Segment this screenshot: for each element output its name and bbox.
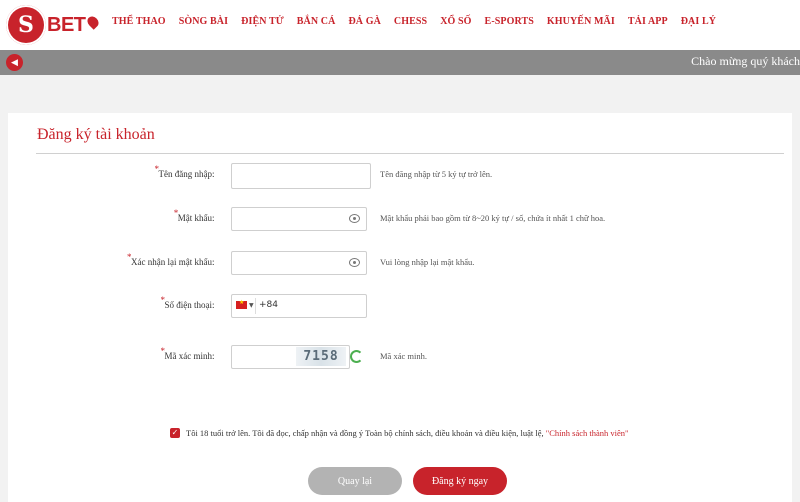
announcement-bar: ◀ Chào mừng quý khách: [0, 50, 800, 75]
eye-icon[interactable]: [349, 214, 360, 223]
confirm-password-row: * Xác nhận lại mật khẩu : Vui lòng nhập l…: [8, 251, 792, 277]
captcha-row: * Mã xác minh : 7158 Mã xác minh.: [8, 345, 792, 371]
vietnam-flag-icon[interactable]: [236, 299, 247, 309]
back-button[interactable]: Quay lại: [308, 467, 402, 495]
nav-item-ban-ca[interactable]: BẮN CÁ: [297, 16, 336, 27]
nav-item-da-ga[interactable]: ĐÁ GÀ: [348, 16, 380, 27]
nav-item-khuyen-mai[interactable]: KHUYẾN MÃI: [547, 16, 615, 27]
captcha-label: * Mã xác minh: [160, 346, 213, 361]
phone-input[interactable]: ▼ +84: [231, 294, 367, 318]
logo-text: BET: [47, 13, 86, 36]
nav-item-song-bai[interactable]: SÒNG BÀI: [179, 16, 228, 27]
phone-row: *Số điện thoại : ▼ +84: [8, 294, 792, 320]
username-label: * Tên đăng nhập: [154, 164, 212, 179]
logo-mark: S: [6, 5, 46, 45]
captcha-input[interactable]: 7158: [231, 345, 350, 369]
speaker-icon[interactable]: ◀: [6, 54, 23, 71]
agreement-checkbox[interactable]: ✓: [170, 428, 180, 438]
announcement-text: Chào mừng quý khách: [691, 54, 800, 68]
nav-item-dien-tu[interactable]: ĐIỆN TỬ: [241, 16, 284, 27]
password-hint: Mật khẩu phải bao gồm từ 8~20 ký tự / số…: [380, 213, 606, 223]
password-row: * Mật khẩu : Mật khẩu phải bao gồm từ 8~2…: [8, 207, 792, 233]
phone-country-code: +84: [259, 300, 278, 310]
phone-label: * Số điện thoại: [160, 295, 213, 310]
refresh-icon[interactable]: [350, 350, 363, 363]
membership-policy-link[interactable]: "Chính sách thành viên": [546, 428, 629, 438]
confirm-password-label: * Xác nhận lại mật khẩu: [127, 252, 212, 267]
logo-drop-icon: [84, 14, 101, 30]
captcha-image: 7158: [296, 347, 346, 366]
register-button[interactable]: Đăng ký ngay: [413, 467, 507, 495]
confirm-password-input[interactable]: [231, 251, 367, 275]
confirm-password-hint: Vui lòng nhập lại mật khẩu.: [380, 257, 475, 267]
nav-item-xo-so[interactable]: XỔ SỐ: [440, 16, 471, 27]
title-divider: [36, 153, 784, 154]
password-input[interactable]: [231, 207, 367, 231]
main-nav: THỂ THAO SÒNG BÀI ĐIỆN TỬ BẮN CÁ ĐÁ GÀ C…: [112, 16, 729, 27]
nav-item-tai-app[interactable]: TẢI APP: [628, 16, 668, 27]
captcha-hint: Mã xác minh.: [380, 351, 427, 361]
page-title: Đăng ký tài khoản: [37, 126, 155, 143]
brand-logo[interactable]: S BET: [6, 3, 101, 47]
eye-icon[interactable]: [349, 258, 360, 267]
username-row: * Tên đăng nhập : Tên đăng nhập từ 5 ký t…: [8, 163, 792, 189]
page-background: Đăng ký tài khoản * Tên đăng nhập : Tên đ…: [0, 75, 800, 502]
chevron-down-icon[interactable]: ▼: [249, 302, 254, 309]
nav-item-chess[interactable]: CHESS: [394, 16, 427, 27]
nav-item-e-sports[interactable]: E-SPORTS: [485, 16, 534, 27]
username-hint: Tên đăng nhập từ 5 ký tự trở lên.: [380, 169, 493, 179]
password-label: * Mật khẩu: [173, 208, 212, 223]
nav-item-the-thao[interactable]: THỂ THAO: [112, 16, 166, 27]
nav-item-dai-ly[interactable]: ĐẠI LÝ: [681, 16, 716, 27]
register-card: Đăng ký tài khoản * Tên đăng nhập : Tên đ…: [8, 113, 792, 502]
username-input[interactable]: [231, 163, 371, 189]
agreement-text: Tôi 18 tuổi trở lên. Tôi đã đọc, chấp nh…: [186, 428, 544, 438]
top-header: S BET THỂ THAO SÒNG BÀI ĐIỆN TỬ BẮN CÁ Đ…: [0, 0, 800, 50]
